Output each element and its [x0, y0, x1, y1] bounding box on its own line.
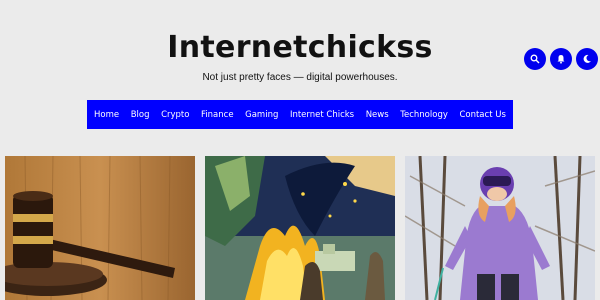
post-card[interactable] [5, 156, 195, 300]
bonfire-illustration-image [205, 156, 395, 300]
nav-item-gaming[interactable]: Gaming [245, 110, 278, 120]
header-icon-group [524, 48, 598, 70]
search-icon [530, 54, 540, 64]
bell-icon [557, 55, 565, 64]
nav-item-blog[interactable]: Blog [131, 110, 150, 120]
main-nav: Home Blog Crypto Finance Gaming Internet… [87, 100, 513, 129]
site-title[interactable]: Internetchickss [0, 30, 600, 65]
post-card[interactable] [405, 156, 595, 300]
site-tagline: Not just pretty faces — digital powerhou… [202, 72, 398, 83]
nav-item-finance[interactable]: Finance [201, 110, 234, 120]
dark-mode-toggle[interactable] [576, 48, 598, 70]
post-card[interactable] [205, 156, 395, 300]
moon-icon [583, 54, 591, 63]
nav-item-technology[interactable]: Technology [400, 110, 448, 120]
nav-item-home[interactable]: Home [94, 110, 119, 120]
nav-item-news[interactable]: News [366, 110, 389, 120]
notifications-button[interactable] [550, 48, 572, 70]
nav-item-crypto[interactable]: Crypto [161, 110, 189, 120]
gavel-image [5, 156, 195, 300]
nav-item-contact-us[interactable]: Contact Us [459, 110, 505, 120]
nav-item-internet-chicks[interactable]: Internet Chicks [290, 110, 354, 120]
search-button[interactable] [524, 48, 546, 70]
girl-skiing-image [405, 156, 595, 300]
